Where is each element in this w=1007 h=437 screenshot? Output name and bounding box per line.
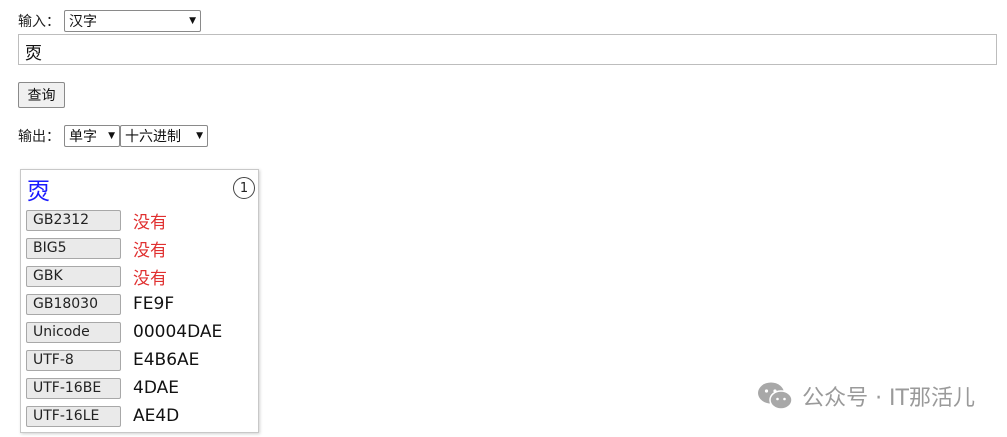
encoding-row: UTF-16LE AE4D <box>26 402 222 430</box>
encoding-value: E4B6AE <box>133 350 200 370</box>
dropdown-arrow-icon: ▼ <box>108 131 115 141</box>
dropdown-arrow-icon: ▼ <box>196 131 203 141</box>
wechat-icon <box>758 382 793 410</box>
watermark-text: 公众号 · IT那活儿 <box>802 386 975 411</box>
encoding-label: UTF-8 <box>26 349 121 371</box>
input-type-value: 汉字 <box>69 14 97 30</box>
encoding-list: GB2312 没有 BIG5 没有 GBK 没有 GB18030 FE9F Unicode 000… <box>26 206 222 430</box>
encoding-label: UTF-16BE <box>26 377 121 399</box>
watermark: 公众号 · IT那活儿 <box>756 380 975 412</box>
result-card: 㶮 1 GB2312 没有 BIG5 没有 GBK 没有 GB18030 FE9F Unicod… <box>20 169 259 433</box>
result-char: 㶮 <box>27 179 50 205</box>
encoding-row: Unicode 00004DAE <box>26 318 222 346</box>
encoding-row: GBK 没有 <box>26 262 222 290</box>
output-mode-value: 单字 <box>69 129 97 145</box>
output-format-select[interactable]: 十六进制 ▼ <box>120 125 208 147</box>
input-row: 输入： 汉字 ▼ <box>18 10 201 32</box>
output-mode-select[interactable]: 单字 ▼ <box>64 125 120 147</box>
encoding-label: GB2312 <box>26 209 121 231</box>
encoding-label: GB18030 <box>26 293 121 315</box>
dropdown-arrow-icon: ▼ <box>189 16 196 26</box>
encoding-value: FE9F <box>133 294 175 314</box>
output-label: 输出： <box>18 129 60 145</box>
encoding-row: UTF-8 E4B6AE <box>26 346 222 374</box>
query-button[interactable]: 查询 <box>18 82 65 108</box>
encoding-row: UTF-16BE 4DAE <box>26 374 222 402</box>
encoding-row: GB2312 没有 <box>26 206 222 234</box>
encoding-value: 没有 <box>133 240 167 261</box>
encoding-label: GBK <box>26 265 121 287</box>
encoding-label: UTF-16LE <box>26 405 121 427</box>
encoding-value: 没有 <box>133 212 167 233</box>
encoding-row: GB18030 FE9F <box>26 290 222 318</box>
encoding-value: AE4D <box>133 406 180 426</box>
result-index-badge: 1 <box>233 177 255 199</box>
encoding-label: BIG5 <box>26 237 121 259</box>
input-label: 输入： <box>18 14 60 30</box>
encoding-label: Unicode <box>26 321 121 343</box>
encoding-value: 没有 <box>133 268 167 289</box>
encoding-value: 00004DAE <box>133 322 223 342</box>
output-row: 输出： 单字 ▼ 十六进制 ▼ <box>18 125 208 147</box>
input-type-select[interactable]: 汉字 ▼ <box>64 10 201 32</box>
query-input[interactable]: 㶮 <box>18 34 997 65</box>
encoding-row: BIG5 没有 <box>26 234 222 262</box>
output-format-value: 十六进制 <box>125 129 181 145</box>
encoding-value: 4DAE <box>133 378 179 398</box>
